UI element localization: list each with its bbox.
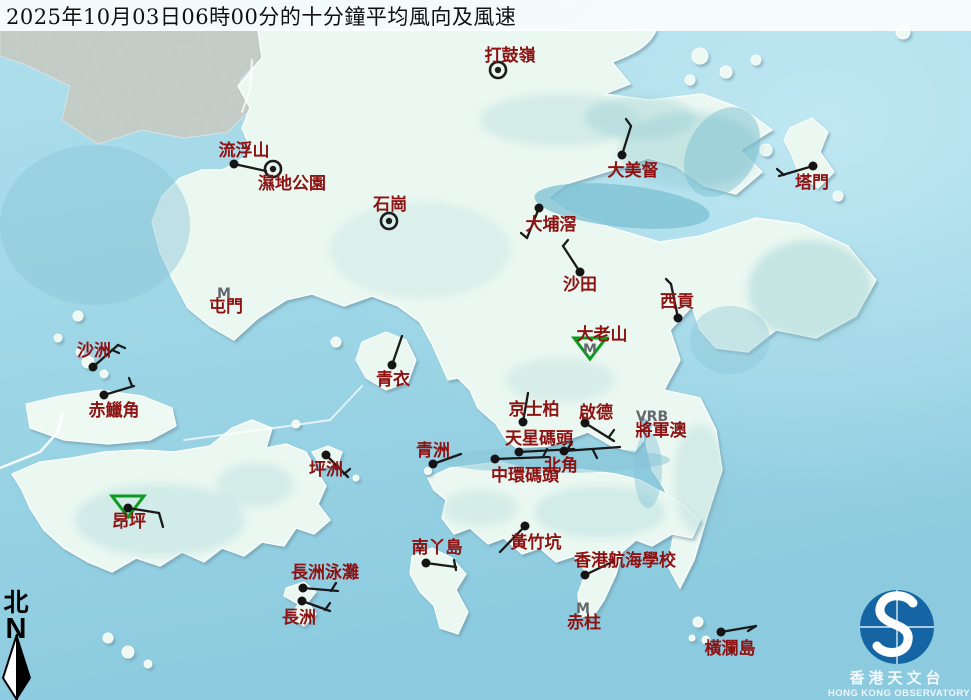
station-dot xyxy=(521,522,530,531)
calm-wind-icon xyxy=(386,218,392,224)
station-label: 青洲 xyxy=(416,440,450,461)
station-dot xyxy=(491,455,500,464)
station-label: 西貢 xyxy=(660,292,694,312)
station-label: 大埔滘 xyxy=(526,214,577,235)
station-label: 坪洲 xyxy=(309,460,343,480)
station-label: 赤鱲角 xyxy=(89,400,140,421)
hko-name-en: HONG KONG OBSERVATORY xyxy=(828,688,970,699)
station-label: 屯門 xyxy=(209,296,243,317)
station-dot xyxy=(618,151,627,160)
station-dot xyxy=(298,597,307,606)
station-label: 中環碼頭 xyxy=(491,465,560,486)
station-label: 啟德 xyxy=(579,402,613,423)
station-label: 流浮山 xyxy=(219,140,270,161)
station-dot xyxy=(809,162,818,171)
wind-map-page: 打鼓嶺流浮山濕地公園石崗大美督塔門大埔滘沙田西貢M大老山M屯門沙洲赤鱲角青衣京士… xyxy=(0,0,971,700)
station-label: 塔門 xyxy=(795,172,829,193)
station-dot xyxy=(560,447,569,456)
station-label: 長洲 xyxy=(282,608,316,628)
station-dot xyxy=(717,628,726,637)
hko-name-zh: 香港天文台 xyxy=(849,669,944,687)
hong-kong-wind-map: 打鼓嶺流浮山濕地公園石崗大美督塔門大埔滘沙田西貢M大老山M屯門沙洲赤鱲角青衣京士… xyxy=(0,0,971,700)
station-label: 將軍澳 xyxy=(636,420,688,441)
calm-wind-icon xyxy=(495,67,501,73)
title-bar: 2025年10月03日06時00分的十分鐘平均風向及風速 xyxy=(0,0,971,31)
station-label: 京士柏 xyxy=(509,399,560,420)
station-label: 大美督 xyxy=(608,160,659,181)
station-dot xyxy=(322,451,331,460)
station-label: 天星碼頭 xyxy=(505,429,574,449)
station-dot xyxy=(581,571,590,580)
station-dot xyxy=(89,363,98,372)
station-dot xyxy=(388,361,397,370)
station-label: 香港航海學校 xyxy=(574,550,677,571)
station-label: 石崗 xyxy=(372,195,407,215)
station-label: 打鼓嶺 xyxy=(485,45,536,66)
map-base xyxy=(0,0,971,700)
station-label: 赤柱 xyxy=(567,612,601,633)
station-label: 青衣 xyxy=(376,369,410,390)
station-label: 南丫島 xyxy=(412,537,463,558)
station-label: 長洲泳灘 xyxy=(291,562,359,583)
station-label: 黃竹坑 xyxy=(510,532,562,553)
station-label: 濕地公園 xyxy=(258,173,326,194)
station-dot xyxy=(535,204,544,213)
station-label: 沙田 xyxy=(563,275,597,295)
station-dot xyxy=(674,314,683,323)
map-title: 2025年10月03日06時00分的十分鐘平均風向及風速 xyxy=(6,1,516,31)
station-label: 橫瀾島 xyxy=(705,638,756,659)
station-dot xyxy=(100,391,109,400)
calm-wind-icon xyxy=(270,166,276,172)
station-dot xyxy=(422,559,431,568)
station-dot xyxy=(299,584,308,593)
station-label: 大老山 xyxy=(577,324,628,345)
station-label: 沙洲 xyxy=(77,341,111,361)
station-label: 昂坪 xyxy=(112,512,146,532)
